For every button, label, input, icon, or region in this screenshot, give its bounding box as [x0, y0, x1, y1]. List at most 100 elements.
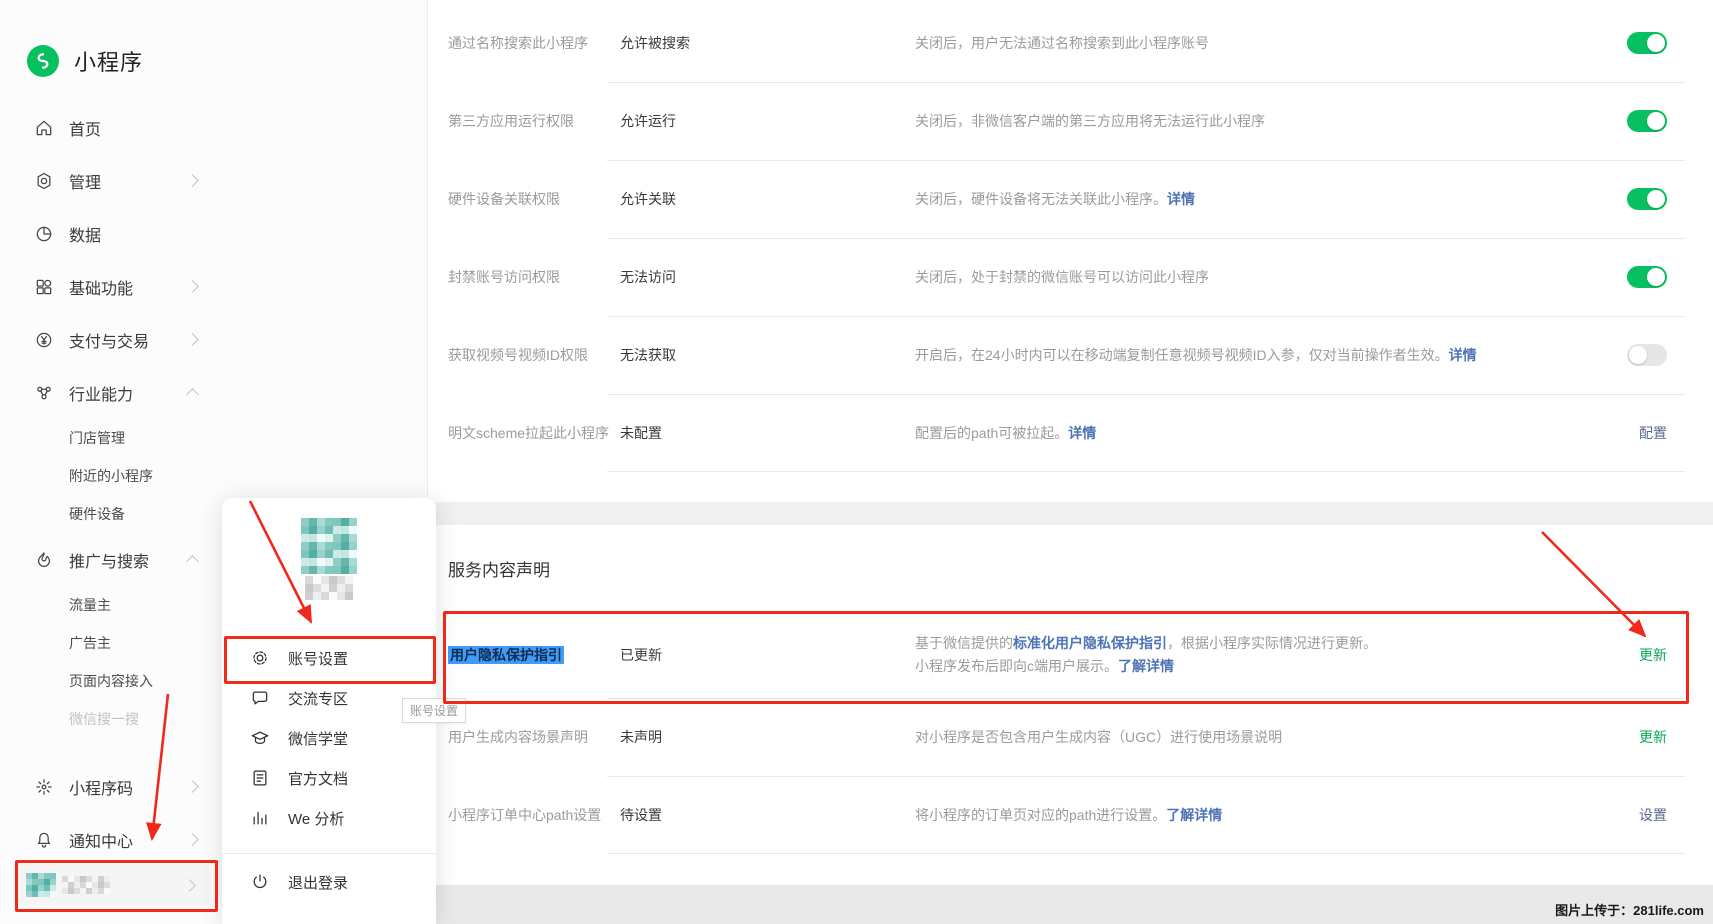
- sidebar-subitem-流量主[interactable]: 流量主: [0, 586, 225, 624]
- description-line: 关闭后，非微信客户端的第三方应用将无法运行此小程序: [915, 110, 1565, 133]
- settings-row: 明文scheme拉起此小程序未配置配置后的path可被拉起。详情 配置: [448, 394, 1685, 472]
- chevron-right-icon: [186, 280, 199, 293]
- sidebar-subitem-广告主[interactable]: 广告主: [0, 624, 225, 662]
- sidebar-item-首页[interactable]: 首页: [0, 101, 225, 154]
- action-link-配置[interactable]: 配置: [1639, 423, 1667, 443]
- inline-link[interactable]: 标准化用户隐私保护指引: [1013, 635, 1167, 651]
- flame-icon: [34, 550, 54, 570]
- sidebar-user-item[interactable]: [14, 864, 210, 906]
- chevron-right-icon: [186, 780, 199, 793]
- menu-item-官方文档[interactable]: 官方文档: [222, 758, 436, 798]
- sidebar-item-label: 微信搜一搜: [69, 709, 139, 729]
- settings-row: 用户生成内容场景声明未声明对小程序是否包含用户生成内容（UGC）进行使用场景说明…: [448, 698, 1685, 776]
- row-status-value: 允许被搜索: [620, 33, 915, 53]
- sidebar-item-label: 管理: [69, 169, 101, 193]
- toggle-switch[interactable]: [1627, 266, 1667, 288]
- settings-row: 硬件设备关联权限允许关联关闭后，硬件设备将无法关联此小程序。详情: [448, 160, 1685, 238]
- row-label: 获取视频号视频ID权限: [448, 345, 620, 365]
- row-action: 更新: [1565, 727, 1685, 747]
- toggle-switch[interactable]: [1627, 32, 1667, 54]
- sidebar-subitem-附近的小程序[interactable]: 附近的小程序: [0, 457, 225, 495]
- selected-text: 用户隐私保护指引: [448, 646, 564, 664]
- menu-item-微信学堂[interactable]: 微信学堂: [222, 718, 436, 758]
- doc-icon: [250, 768, 270, 788]
- row-action: [1565, 110, 1685, 132]
- row-description: 对小程序是否包含用户生成内容（UGC）进行使用场景说明: [915, 726, 1565, 749]
- description-line: 关闭后，硬件设备将无法关联此小程序。详情: [915, 188, 1565, 211]
- sidebar-item-label: 流量主: [69, 595, 111, 615]
- sidebar-item-推广与搜索[interactable]: 推广与搜索: [0, 533, 225, 586]
- sidebar-subitem-门店管理[interactable]: 门店管理: [0, 419, 225, 457]
- home-icon: [34, 118, 54, 138]
- row-description: 关闭后，用户无法通过名称搜索到此小程序账号: [915, 32, 1565, 55]
- row-action: [1565, 266, 1685, 288]
- row-action: [1565, 32, 1685, 54]
- description-line: 基于微信提供的标准化用户隐私保护指引，根据小程序实际情况进行更新。: [915, 632, 1565, 655]
- row-status-value: 未配置: [620, 423, 915, 443]
- action-link-更新[interactable]: 更新: [1639, 645, 1667, 665]
- grid-icon: [34, 277, 54, 297]
- menu-divider: [222, 853, 436, 854]
- sidebar-item-基础功能[interactable]: 基础功能: [0, 260, 225, 313]
- sidebar-item-行业能力[interactable]: 行业能力: [0, 366, 225, 419]
- menu-item-账号设置[interactable]: 账号设置: [222, 638, 436, 678]
- sidebar-item-数据[interactable]: 数据: [0, 207, 225, 260]
- inline-link[interactable]: 详情: [1167, 191, 1195, 207]
- menu-item-logout[interactable]: 退出登录: [222, 862, 436, 902]
- inline-link[interactable]: 了解详情: [1166, 807, 1222, 823]
- toggle-knob: [1647, 34, 1665, 52]
- row-label: 硬件设备关联权限: [448, 189, 620, 209]
- row-label: 用户生成内容场景声明: [448, 727, 620, 747]
- menu-item-label: We 分析: [288, 808, 344, 829]
- chevron-right-icon: [186, 174, 199, 187]
- toggle-switch[interactable]: [1627, 344, 1667, 366]
- chart-icon: [250, 808, 270, 828]
- action-link-更新[interactable]: 更新: [1639, 727, 1667, 747]
- description-text: 将小程序的订单页对应的path进行设置。: [915, 807, 1166, 823]
- row-label: 明文scheme拉起此小程序: [448, 423, 620, 443]
- sidebar-item-通知中心[interactable]: 通知中心: [0, 813, 225, 866]
- sidebar-item-支付与交易[interactable]: 支付与交易: [0, 313, 225, 366]
- panel-gap: [428, 502, 1713, 525]
- pay-icon: [34, 330, 54, 350]
- description-text: 关闭后，处于封禁的微信账号可以访问此小程序: [915, 269, 1209, 285]
- toggle-knob: [1629, 346, 1647, 364]
- row-action: [1565, 344, 1685, 366]
- chevron-up-icon: [186, 388, 199, 401]
- gear-icon: [250, 648, 270, 668]
- blurred-username: [62, 876, 110, 894]
- description-text: ，根据小程序实际情况进行更新。: [1167, 635, 1377, 651]
- sidebar-item-label: 数据: [69, 222, 101, 246]
- inline-link[interactable]: 详情: [1068, 425, 1096, 441]
- minicode-icon: [34, 777, 54, 797]
- settings-row: 小程序订单中心path设置待设置将小程序的订单页对应的path进行设置。了解详情…: [448, 776, 1685, 854]
- description-line: 配置后的path可被拉起。详情: [915, 422, 1565, 445]
- chevron-right-icon: [186, 833, 199, 846]
- sidebar-item-label: 广告主: [69, 633, 111, 653]
- sidebar-subitem-页面内容接入[interactable]: 页面内容接入: [0, 662, 225, 700]
- row-status-value: 允许关联: [620, 189, 915, 209]
- sidebar-subitem-硬件设备[interactable]: 硬件设备: [0, 495, 225, 533]
- toggle-knob: [1647, 268, 1665, 286]
- sidebar-subitem-微信搜一搜[interactable]: 微信搜一搜: [0, 700, 225, 738]
- row-label: 第三方应用运行权限: [448, 111, 620, 131]
- sidebar-item-小程序码[interactable]: 小程序码: [0, 760, 225, 813]
- permissions-rows: 通过名称搜索此小程序允许被搜索关闭后，用户无法通过名称搜索到此小程序账号第三方应…: [448, 4, 1685, 472]
- description-text: 对小程序是否包含用户生成内容（UGC）进行使用场景说明: [915, 729, 1282, 745]
- sidebar-item-label: 门店管理: [69, 428, 125, 448]
- inline-link[interactable]: 详情: [1449, 347, 1477, 363]
- avatar: [26, 873, 56, 897]
- permissions-panel: 通过名称搜索此小程序允许被搜索关闭后，用户无法通过名称搜索到此小程序账号第三方应…: [428, 0, 1713, 502]
- sidebar-item-管理[interactable]: 管理: [0, 154, 225, 207]
- toggle-switch[interactable]: [1627, 188, 1667, 210]
- menu-item-we-分析[interactable]: We 分析: [222, 798, 436, 838]
- description-line: 关闭后，处于封禁的微信账号可以访问此小程序: [915, 266, 1565, 289]
- inline-link[interactable]: 了解详情: [1118, 658, 1174, 674]
- declarations-panel: 服务内容声明 用户隐私保护指引已更新基于微信提供的标准化用户隐私保护指引，根据小…: [428, 525, 1713, 885]
- toggle-switch[interactable]: [1627, 110, 1667, 132]
- row-action: 设置: [1565, 805, 1685, 825]
- description-text: 关闭后，硬件设备将无法关联此小程序。: [915, 191, 1167, 207]
- menu-item-label: 账号设置: [288, 648, 348, 669]
- action-link-设置[interactable]: 设置: [1639, 805, 1667, 825]
- row-status-value: 允许运行: [620, 111, 915, 131]
